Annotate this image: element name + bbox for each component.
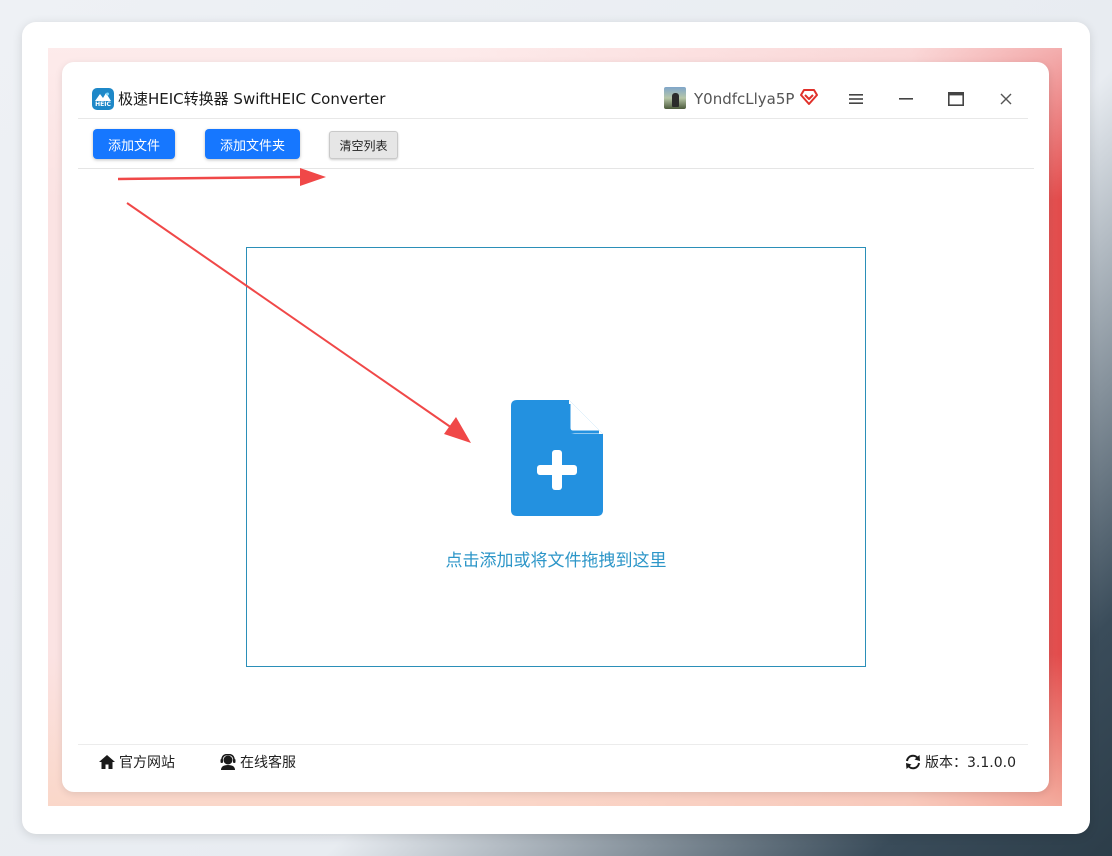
footer-divider [78, 744, 1028, 745]
version-info: 版本：3.1.0.0 [904, 750, 1016, 774]
title-divider [78, 118, 1028, 119]
username[interactable]: Y0ndfcLlya5P [694, 89, 794, 109]
refresh-icon [906, 754, 920, 770]
file-add-icon [511, 400, 603, 516]
online-service-link[interactable]: 在线客服 [219, 750, 296, 774]
maximize-icon[interactable] [941, 84, 971, 114]
home-icon [99, 755, 115, 769]
app-title: 极速HEIC转换器 SwiftHEIC Converter [118, 90, 386, 108]
customer-service-icon [220, 754, 236, 770]
title-bar: HEIC 极速HEIC转换器 SwiftHEIC Converter Y0ndf… [62, 62, 1049, 118]
avatar[interactable] [664, 87, 686, 109]
vip-diamond-icon[interactable] [799, 87, 819, 107]
file-drop-zone[interactable]: 点击添加或将文件拖拽到这里 [246, 247, 866, 667]
close-icon[interactable] [991, 84, 1021, 114]
official-website-link[interactable]: 官方网站 [98, 750, 175, 774]
drop-zone-hint: 点击添加或将文件拖拽到这里 [445, 551, 667, 571]
logo-text: HEIC [95, 101, 111, 108]
service-label: 在线客服 [240, 755, 296, 771]
minimize-icon[interactable] [891, 84, 921, 114]
add-folder-button[interactable]: 添加文件夹 [205, 129, 300, 159]
heic-logo-icon: HEIC [92, 88, 114, 110]
version-label: 版本：3.1.0.0 [925, 755, 1016, 771]
toolbar-divider [78, 168, 1034, 169]
clear-list-button[interactable]: 清空列表 [329, 131, 398, 159]
website-label: 官方网站 [119, 755, 175, 771]
hamburger-menu-icon[interactable] [841, 84, 871, 114]
add-file-button[interactable]: 添加文件 [93, 129, 175, 159]
app-window: HEIC 极速HEIC转换器 SwiftHEIC Converter Y0ndf… [62, 62, 1049, 792]
